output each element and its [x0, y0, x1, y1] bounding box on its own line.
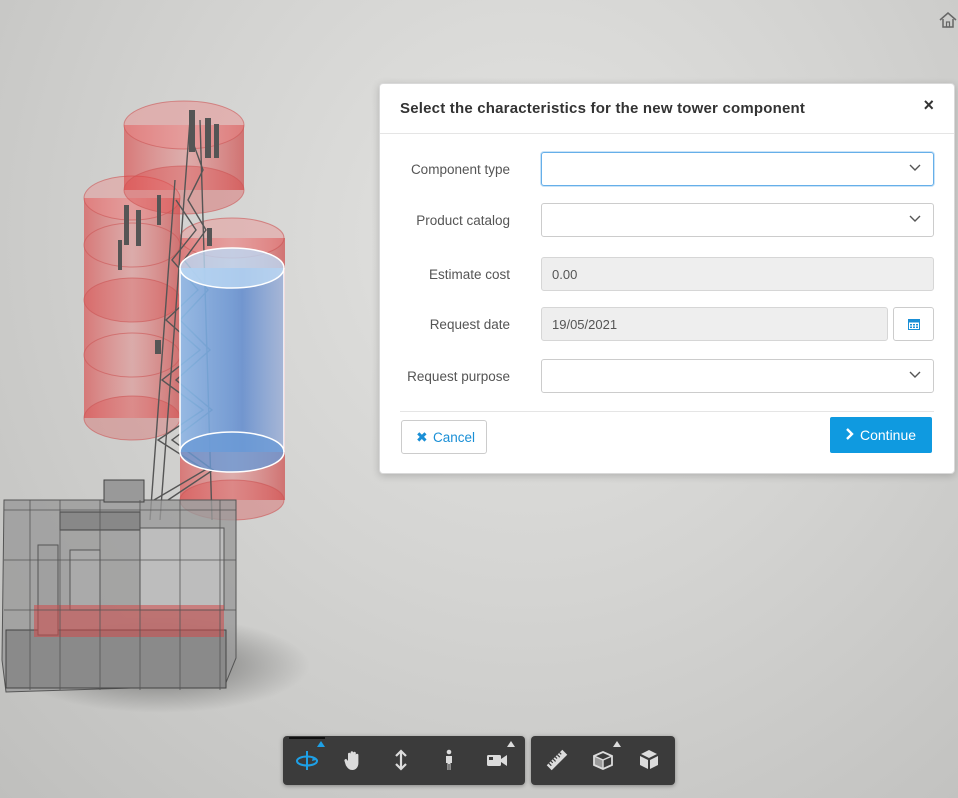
- section-icon: [593, 751, 613, 770]
- zoom-tool-button[interactable]: [381, 740, 421, 780]
- component-type-label: Component type: [410, 162, 510, 177]
- chevron-down-icon: [909, 164, 921, 171]
- walk-tool-button[interactable]: [429, 740, 469, 780]
- date-picker-button[interactable]: [893, 307, 934, 341]
- measure-icon: [546, 749, 568, 771]
- request-purpose-row: Request purpose: [380, 359, 954, 395]
- model-tool-button[interactable]: [629, 740, 669, 780]
- chevron-down-icon: [909, 215, 921, 222]
- flyout-indicator: [317, 741, 325, 747]
- equipment-compound: [1, 479, 237, 693]
- new-tower-component-dialog: Select the characteristics for the new t…: [379, 83, 955, 474]
- estimate-cost-row: Estimate cost 0.00: [380, 257, 954, 293]
- component-type-row: Component type: [380, 152, 954, 188]
- request-date-row: Request date 19/05/2021: [380, 307, 954, 343]
- measure-tool-button[interactable]: [537, 740, 577, 780]
- cancel-button-label: Cancel: [433, 430, 476, 445]
- chevron-down-icon: [909, 371, 921, 378]
- tools-toolbar: [531, 736, 675, 785]
- orbit-icon: [296, 751, 318, 770]
- cancel-x-icon: ✖: [416, 429, 428, 445]
- flyout-indicator: [507, 741, 515, 747]
- product-catalog-label: Product catalog: [416, 213, 510, 228]
- continue-button[interactable]: Continue: [830, 417, 932, 453]
- request-purpose-label: Request purpose: [407, 369, 510, 384]
- estimate-cost-value: 0.00: [552, 267, 578, 282]
- chevron-right-icon: [846, 428, 854, 440]
- request-date-input[interactable]: 19/05/2021: [541, 307, 888, 341]
- estimate-cost-label: Estimate cost: [428, 267, 510, 282]
- cancel-button[interactable]: ✖ Cancel: [401, 420, 487, 454]
- navigation-toolbar: [283, 736, 525, 785]
- section-tool-button[interactable]: [583, 740, 623, 780]
- close-icon[interactable]: ×: [923, 96, 934, 114]
- walk-icon: [446, 749, 452, 770]
- request-date-value: 19/05/2021: [552, 317, 618, 332]
- product-catalog-select[interactable]: [541, 203, 934, 237]
- calendar-icon: [908, 319, 920, 330]
- continue-button-label: Continue: [860, 427, 917, 443]
- flyout-indicator: [613, 741, 621, 747]
- home-icon[interactable]: [938, 10, 958, 30]
- zoom-icon: [395, 749, 407, 771]
- dialog-header: Select the characteristics for the new t…: [380, 84, 954, 134]
- pan-tool-button[interactable]: [333, 740, 373, 780]
- camera-tool-button[interactable]: [477, 740, 517, 780]
- camera-icon: [487, 755, 507, 766]
- estimate-cost-input[interactable]: 0.00: [541, 257, 934, 291]
- orbit-tool-button[interactable]: [287, 737, 327, 780]
- pan-icon: [344, 751, 359, 770]
- request-date-label: Request date: [429, 317, 510, 332]
- component-type-select[interactable]: [541, 152, 934, 186]
- request-purpose-select[interactable]: [541, 359, 934, 393]
- model-icon: [640, 750, 658, 769]
- dialog-title: Select the characteristics for the new t…: [400, 100, 806, 117]
- dialog-footer-divider: [400, 411, 934, 412]
- product-catalog-row: Product catalog: [380, 203, 954, 239]
- selected-component-volume: [179, 247, 285, 473]
